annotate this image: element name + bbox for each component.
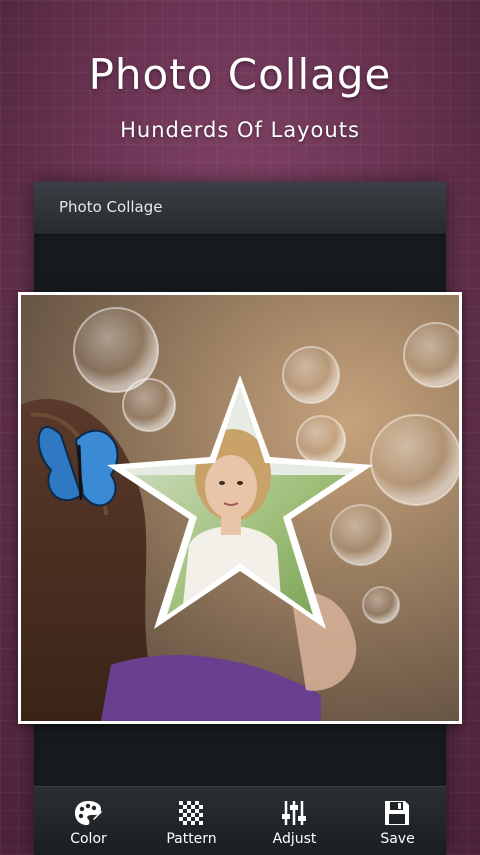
promo-title: Photo Collage [88,50,392,99]
save-label: Save [380,831,415,847]
checkerboard-icon [179,801,203,825]
pattern-button[interactable]: Pattern [140,787,243,855]
floppy-disk-icon [385,801,409,825]
adjust-button[interactable]: Adjust [243,787,346,855]
save-button[interactable]: Save [346,787,449,855]
app-bar: Photo Collage [34,182,446,235]
app-title: Photo Collage [59,198,163,216]
sliders-icon [282,801,306,825]
collage-canvas[interactable] [18,292,462,724]
collage-photo [21,307,459,721]
adjust-label: Adjust [272,831,317,847]
color-button[interactable]: Color [37,787,140,855]
color-label: Color [70,831,107,847]
palette-icon [75,801,102,825]
pattern-label: Pattern [166,831,217,847]
promo-subtitle: Hunderds Of Layouts [120,118,360,142]
bottom-toolbar: Color Pattern Adjust Save [34,786,446,855]
